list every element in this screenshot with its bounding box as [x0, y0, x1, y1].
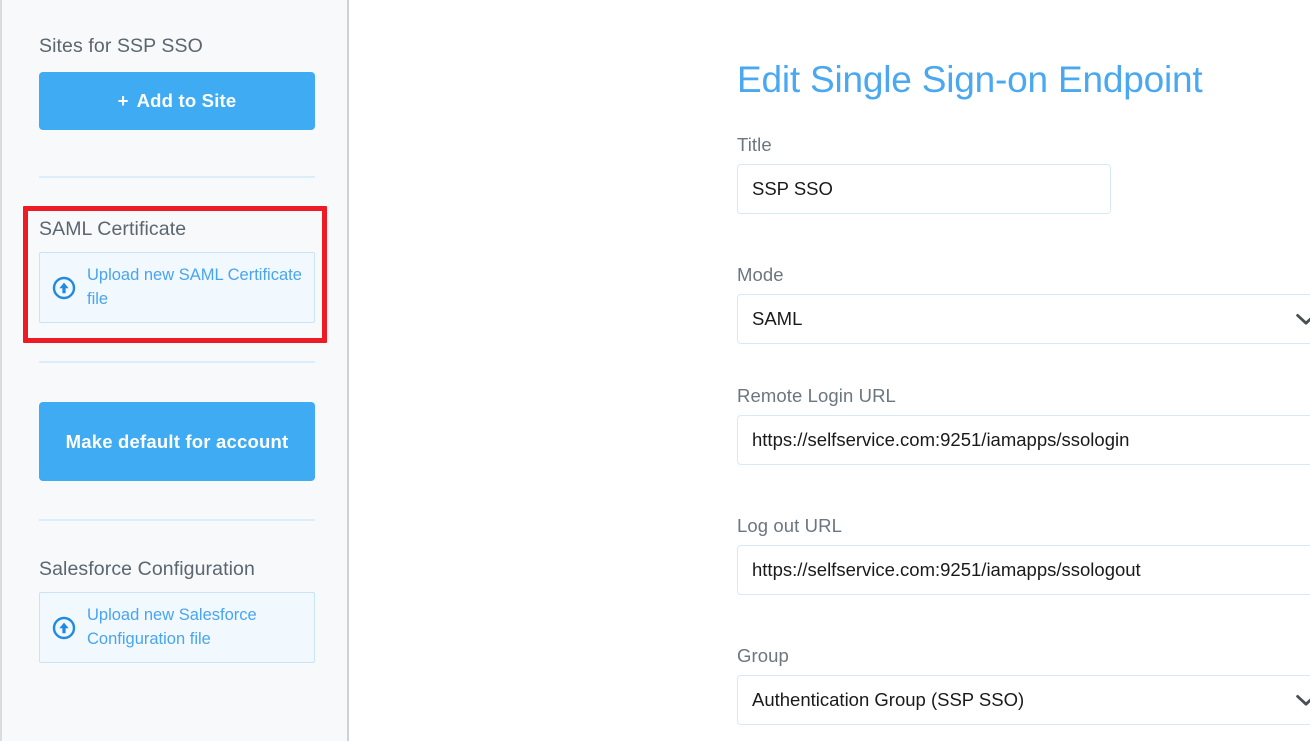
field-logout-url: Log out URL https://selfservice.com:9251…: [737, 515, 1310, 595]
upload-saml-certificate-button[interactable]: Upload new SAML Certificate file: [39, 252, 315, 324]
main-content: Edit Single Sign-on Endpoint Title SSP S…: [349, 0, 1310, 741]
title-input[interactable]: SSP SSO: [737, 164, 1111, 214]
chevron-down-icon: [1296, 695, 1310, 706]
salesforce-configuration-section: Salesforce Configuration Upload new Sale…: [39, 546, 315, 664]
remote-login-url-label: Remote Login URL: [737, 385, 896, 406]
field-title: Title SSP SSO: [737, 134, 1111, 214]
make-default-label: Make default for account: [65, 430, 289, 452]
group-field-label: Group: [737, 645, 789, 666]
logout-url-label: Log out URL: [737, 515, 842, 536]
upload-circle-icon: [52, 616, 76, 640]
upload-salesforce-configuration-button[interactable]: Upload new Salesforce Configuration file: [39, 592, 315, 664]
app-root: Sites for SSP SSO + Add to Site SAML Cert…: [0, 0, 1310, 741]
add-to-site-button[interactable]: + Add to Site: [39, 72, 315, 131]
title-field-label: Title: [737, 134, 772, 155]
field-group: Group Authentication Group (SSP SSO): [737, 645, 1310, 725]
sites-section-heading: Sites for SSP SSO: [39, 35, 203, 57]
saml-certificate-heading: SAML Certificate: [39, 218, 187, 240]
page-title: Edit Single Sign-on Endpoint: [737, 58, 1203, 100]
upload-salesforce-configuration-label: Upload new Salesforce Configuration file: [87, 606, 257, 648]
saml-certificate-section: SAML Certificate Upload new SAML Certifi…: [39, 203, 315, 324]
mode-select-value: SAML: [752, 308, 803, 329]
make-default-for-account-button[interactable]: Make default for account: [39, 402, 315, 481]
sidebar: Sites for SSP SSO + Add to Site SAML Cert…: [0, 0, 349, 741]
sidebar-divider-3: [39, 519, 315, 521]
sidebar-content: Sites for SSP SSO + Add to Site: [2, 0, 347, 131]
remote-login-url-input[interactable]: https://selfservice.com:9251/iamapps/sso…: [737, 415, 1310, 465]
logout-url-value: https://selfservice.com:9251/iamapps/sso…: [752, 559, 1141, 580]
chevron-down-icon: [1296, 314, 1310, 325]
mode-field-label: Mode: [737, 264, 784, 285]
add-to-site-label: Add to Site: [136, 90, 237, 112]
sidebar-divider-1: [39, 176, 315, 178]
salesforce-configuration-heading: Salesforce Configuration: [39, 558, 255, 580]
field-mode: Mode SAML: [737, 264, 1310, 344]
sidebar-divider-2: [39, 361, 315, 363]
title-input-value: SSP SSO: [752, 178, 833, 199]
plus-icon: +: [117, 90, 129, 112]
group-select[interactable]: Authentication Group (SSP SSO): [737, 675, 1310, 725]
field-remote-login-url: Remote Login URL https://selfservice.com…: [737, 385, 1310, 465]
upload-circle-icon: [52, 276, 76, 300]
mode-select[interactable]: SAML: [737, 294, 1310, 344]
logout-url-input[interactable]: https://selfservice.com:9251/iamapps/sso…: [737, 545, 1310, 595]
group-select-value: Authentication Group (SSP SSO): [752, 689, 1025, 710]
remote-login-url-value: https://selfservice.com:9251/iamapps/sso…: [752, 429, 1130, 450]
upload-saml-certificate-label: Upload new SAML Certificate file: [87, 266, 302, 308]
